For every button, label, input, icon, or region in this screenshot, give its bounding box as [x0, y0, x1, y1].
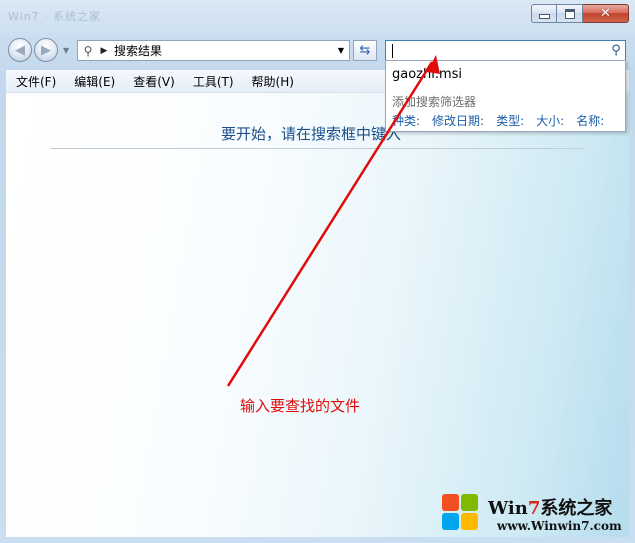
refresh-button[interactable]: ⇆ [353, 40, 377, 61]
watermark-brand: Win7系统之家 [488, 494, 612, 520]
chevron-down-icon: ▼ [63, 46, 70, 55]
watermark-logo: Win7系统之家 www.Winwin7.com [440, 490, 635, 543]
menu-file[interactable]: 文件(F) [6, 73, 64, 90]
minimize-icon [538, 14, 550, 19]
forward-arrow-icon: ▶ [41, 42, 51, 58]
refresh-icon: ⇆ [359, 43, 371, 58]
add-search-filter-label: 添加搜索筛选器 [392, 95, 477, 109]
search-box[interactable]: ⚲ [385, 40, 626, 61]
address-text[interactable]: 搜索结果 [110, 42, 333, 59]
explorer-window: Win7 · 系统之家 ✕ ◀ ▶ ▼ ⚲ ▶ 搜索结果 ▼ ⇆ ⚲ 文件(F)… [0, 0, 635, 543]
windows-flag-icon [440, 492, 482, 534]
search-input[interactable] [393, 42, 607, 59]
watermark-brand-prefix: Win [488, 498, 528, 519]
menu-tools[interactable]: 工具(T) [183, 73, 242, 90]
maximize-button[interactable] [557, 4, 583, 23]
suggestion-item[interactable]: gaozhi.msi [392, 67, 462, 82]
maximize-icon [564, 8, 575, 19]
back-arrow-icon: ◀ [15, 42, 25, 58]
annotation-text: 输入要查找的文件 [240, 397, 361, 415]
menu-help[interactable]: 帮助(H) [242, 73, 302, 90]
close-button[interactable]: ✕ [583, 4, 629, 23]
minimize-button[interactable] [531, 4, 557, 23]
filter-kind[interactable]: 种类: [392, 112, 420, 129]
close-icon: ✕ [600, 6, 611, 21]
filter-date-modified[interactable]: 修改日期: [432, 112, 484, 129]
watermark-brand-suffix: 系统之家 [540, 498, 613, 519]
title-bar: Win7 · 系统之家 ✕ [0, 0, 635, 34]
hint-divider [50, 148, 585, 149]
window-title-ghost: Win7 · 系统之家 [8, 10, 102, 23]
recent-pages-dropdown[interactable]: ▼ [63, 46, 73, 56]
watermark-url: www.Winwin7.com [497, 519, 622, 533]
chevron-down-icon: ▼ [337, 46, 345, 55]
search-filters: 种类: 修改日期: 类型: 大小: 名称: [392, 112, 616, 129]
filter-size[interactable]: 大小: [536, 112, 564, 129]
address-bar[interactable]: ⚲ ▶ 搜索结果 ▼ [77, 40, 350, 61]
menu-edit[interactable]: 编辑(E) [64, 73, 123, 90]
caption-buttons: ✕ [531, 4, 629, 23]
search-icon[interactable]: ⚲ [607, 43, 625, 58]
filter-type[interactable]: 类型: [496, 112, 524, 129]
address-dropdown-button[interactable]: ▼ [333, 41, 349, 60]
results-pane: 要开始，请在搜索框中键入 [6, 93, 629, 537]
breadcrumb-chevron-icon[interactable]: ▶ [98, 46, 110, 56]
search-folder-icon: ⚲ [83, 43, 93, 58]
search-suggestions-dropdown: gaozhi.msi 添加搜索筛选器 种类: 修改日期: 类型: 大小: 名称: [385, 60, 626, 132]
filter-name[interactable]: 名称: [576, 112, 604, 129]
back-button[interactable]: ◀ [8, 38, 32, 62]
menu-view[interactable]: 查看(V) [123, 73, 183, 90]
watermark-brand-seven: 7 [527, 498, 541, 519]
forward-button[interactable]: ▶ [34, 38, 58, 62]
empty-search-hint: 要开始，请在搜索框中键入 [221, 125, 402, 143]
